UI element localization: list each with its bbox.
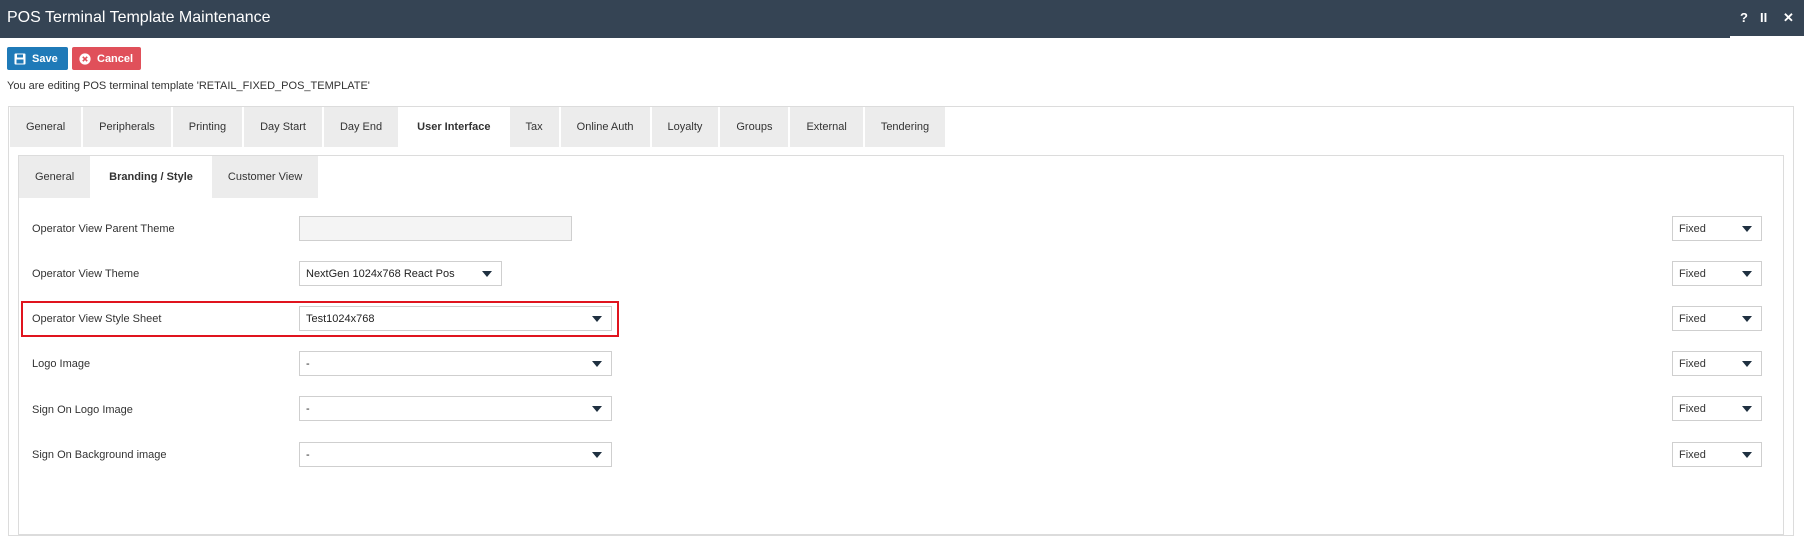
help-icon[interactable]: ? (1740, 10, 1748, 25)
main-tabs: General Peripherals Printing Day Start D… (10, 107, 948, 147)
editing-info: You are editing POS terminal template 'R… (7, 80, 370, 92)
sign-on-logo-select[interactable]: - (299, 396, 612, 421)
pause-icon[interactable]: II (1760, 10, 1767, 25)
subtab-customer-view[interactable]: Customer View (211, 156, 321, 198)
save-button[interactable]: Save (7, 47, 68, 70)
style-sheet-mode-select[interactable]: Fixed (1672, 306, 1762, 331)
chevron-down-icon (1742, 316, 1752, 322)
sign-on-background-value: - (306, 448, 310, 461)
theme-value: NextGen 1024x768 React Pos (306, 267, 455, 280)
logo-image-value: - (306, 357, 310, 370)
style-sheet-label: Operator View Style Sheet (32, 313, 162, 325)
logo-image-select[interactable]: - (299, 351, 612, 376)
cancel-button[interactable]: Cancel (72, 47, 141, 70)
style-sheet-value: Test1024x768 (306, 312, 375, 325)
tab-day-start[interactable]: Day Start (244, 107, 324, 147)
chevron-down-icon (592, 452, 602, 458)
window-title: POS Terminal Template Maintenance (7, 9, 271, 26)
tab-peripherals[interactable]: Peripherals (83, 107, 173, 147)
mode-value: Fixed (1679, 312, 1706, 325)
sign-on-background-mode-select[interactable]: Fixed (1672, 442, 1762, 467)
cancel-icon (79, 52, 91, 65)
logo-image-mode-select[interactable]: Fixed (1672, 351, 1762, 376)
tab-printing[interactable]: Printing (172, 107, 245, 147)
logo-image-label: Logo Image (32, 358, 91, 370)
sign-on-background-label: Sign On Background image (32, 449, 167, 461)
sign-on-logo-value: - (306, 402, 310, 415)
mode-value: Fixed (1679, 402, 1706, 415)
sign-on-logo-mode-select[interactable]: Fixed (1672, 396, 1762, 421)
parent-theme-input[interactable] (299, 216, 572, 241)
parent-theme-label: Operator View Parent Theme (32, 223, 175, 235)
subtab-general[interactable]: General (19, 156, 93, 198)
chevron-down-icon (1742, 406, 1752, 412)
sign-on-logo-label: Sign On Logo Image (32, 404, 133, 416)
title-bar: POS Terminal Template Maintenance ? II ✕ (0, 0, 1804, 38)
chevron-down-icon (1742, 271, 1752, 277)
tab-user-interface[interactable]: User Interface (400, 107, 510, 147)
save-label: Save (32, 52, 58, 65)
tab-loyalty[interactable]: Loyalty (651, 107, 721, 147)
chevron-down-icon (1742, 226, 1752, 232)
chevron-down-icon (1742, 361, 1752, 367)
theme-label: Operator View Theme (32, 268, 140, 280)
tab-online-auth[interactable]: Online Auth (560, 107, 652, 147)
subtab-branding-style[interactable]: Branding / Style (92, 156, 212, 198)
chevron-down-icon (592, 361, 602, 367)
sub-tabs: General Branding / Style Customer View (19, 156, 321, 198)
parent-theme-mode-select[interactable]: Fixed (1672, 216, 1762, 241)
tab-external[interactable]: External (790, 107, 865, 147)
cancel-label: Cancel (97, 52, 134, 65)
title-divider (1730, 36, 1804, 38)
mode-value: Fixed (1679, 267, 1706, 280)
theme-mode-select[interactable]: Fixed (1672, 261, 1762, 286)
tab-tendering[interactable]: Tendering (864, 107, 948, 147)
close-icon[interactable]: ✕ (1783, 10, 1794, 26)
chevron-down-icon (592, 316, 602, 322)
sign-on-background-select[interactable]: - (299, 442, 612, 467)
chevron-down-icon (482, 271, 492, 277)
theme-select[interactable]: NextGen 1024x768 React Pos (299, 261, 502, 286)
tab-groups[interactable]: Groups (720, 107, 791, 147)
mode-value: Fixed (1679, 357, 1706, 370)
tab-day-end[interactable]: Day End (323, 107, 401, 147)
save-icon (14, 53, 26, 64)
tab-general[interactable]: General (10, 107, 84, 147)
mode-value: Fixed (1679, 222, 1706, 235)
sub-panel (18, 155, 1784, 535)
style-sheet-select[interactable]: Test1024x768 (299, 306, 612, 331)
chevron-down-icon (1742, 452, 1752, 458)
chevron-down-icon (592, 406, 602, 412)
tab-tax[interactable]: Tax (509, 107, 561, 147)
mode-value: Fixed (1679, 448, 1706, 461)
